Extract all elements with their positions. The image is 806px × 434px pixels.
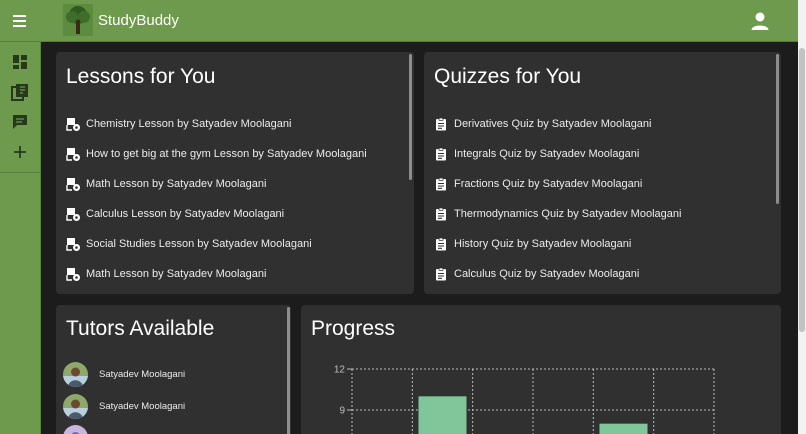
lesson-icon bbox=[66, 178, 80, 191]
lesson-item[interactable]: How to get big at the gym Lesson by Saty… bbox=[66, 144, 367, 164]
tutors-scrollbar[interactable] bbox=[287, 307, 290, 434]
tutor-item[interactable]: Satyadev Moolagani bbox=[63, 393, 185, 419]
sidebar-divider bbox=[0, 172, 41, 173]
tree-logo bbox=[63, 4, 93, 36]
tutors-card: Tutors Available Satyadev Moolagani Saty… bbox=[56, 305, 291, 434]
lesson-label: How to get big at the gym Lesson by Saty… bbox=[86, 148, 367, 160]
page-scrollbar-thumb[interactable] bbox=[799, 48, 805, 332]
lesson-label: Math Lesson by Satyadev Moolagani bbox=[86, 178, 267, 190]
quiz-label: Derivatives Quiz by Satyadev Moolagani bbox=[454, 118, 652, 130]
lesson-item[interactable]: Chemistry Lesson by Satyadev Moolagani bbox=[66, 114, 291, 134]
lesson-icon bbox=[66, 238, 80, 251]
tutor-item[interactable]: Satyadev Moolagani bbox=[63, 361, 185, 387]
dashboard-icon[interactable] bbox=[10, 52, 30, 72]
brand-name[interactable]: StudyBuddy bbox=[98, 12, 179, 29]
lessons-scrollbar[interactable] bbox=[409, 54, 412, 180]
quiz-item[interactable]: Fractions Quiz by Satyadev Moolagani bbox=[434, 174, 642, 194]
menu-icon[interactable] bbox=[9, 11, 31, 31]
lesson-icon bbox=[66, 118, 80, 131]
assignment-icon bbox=[436, 117, 446, 131]
progress-card: Progress 12 9 bbox=[301, 305, 781, 434]
account-circle-icon[interactable] bbox=[750, 11, 770, 31]
quizzes-scrollbar[interactable] bbox=[776, 54, 779, 204]
tutor-name: Satyadev Moolagani bbox=[99, 400, 186, 412]
quiz-item[interactable]: Integrals Quiz by Satyadev Moolagani bbox=[434, 144, 639, 164]
tutors-title: Tutors Available bbox=[66, 317, 215, 340]
avatar bbox=[63, 393, 88, 419]
assignment-icon bbox=[436, 147, 446, 161]
assignment-icon bbox=[436, 207, 446, 221]
app-bar: StudyBuddy bbox=[0, 0, 798, 42]
lesson-label: Social Studies Lesson by Satyadev Moolag… bbox=[86, 238, 312, 250]
quiz-item[interactable]: Derivatives Quiz by Satyadev Moolagani bbox=[434, 114, 651, 134]
quizzes-title: Quizzes for You bbox=[434, 65, 582, 88]
quiz-item[interactable]: History Quiz by Satyadev Moolagani bbox=[434, 234, 631, 254]
sidebar bbox=[0, 42, 41, 434]
lesson-item[interactable]: Calculus Lesson by Satyadev Moolagani bbox=[66, 204, 284, 224]
quiz-label: Calculus Quiz by Satyadev Moolagani bbox=[454, 268, 640, 280]
lessons-card: Lessons for You Chemistry Lesson by Saty… bbox=[56, 52, 414, 294]
lesson-icon bbox=[66, 268, 80, 281]
avatar bbox=[63, 361, 88, 387]
progress-bar[interactable] bbox=[599, 423, 648, 434]
lesson-label: Chemistry Lesson by Satyadev Moolagani bbox=[86, 118, 292, 130]
y-tick-label: 12 bbox=[334, 365, 346, 376]
quiz-label: Thermodynamics Quiz by Satyadev Moolagan… bbox=[454, 208, 682, 220]
lesson-item[interactable]: Math Lesson by Satyadev Moolagani bbox=[66, 264, 266, 284]
quiz-item[interactable]: Thermodynamics Quiz by Satyadev Moolagan… bbox=[434, 204, 681, 224]
lesson-item[interactable]: Math Lesson by Satyadev Moolagani bbox=[66, 174, 266, 194]
lessons-title: Lessons for You bbox=[66, 65, 216, 88]
lesson-item[interactable]: Social Studies Lesson by Satyadev Moolag… bbox=[66, 234, 312, 254]
y-tick-label: 9 bbox=[339, 406, 345, 417]
lesson-icon bbox=[66, 208, 80, 221]
quiz-label: History Quiz by Satyadev Moolagani bbox=[454, 238, 632, 250]
lesson-icon bbox=[66, 148, 80, 161]
assignment-icon bbox=[436, 177, 446, 191]
quiz-label: Integrals Quiz by Satyadev Moolagani bbox=[454, 148, 640, 160]
assignment-icon bbox=[436, 237, 446, 251]
lesson-label: Math Lesson by Satyadev Moolagani bbox=[86, 268, 267, 280]
quiz-item[interactable]: Calculus Quiz by Satyadev Moolagani bbox=[434, 264, 639, 284]
assignment-icon bbox=[436, 267, 446, 281]
chat-icon[interactable] bbox=[10, 112, 30, 132]
avatar[interactable] bbox=[63, 425, 88, 434]
library-books-icon[interactable] bbox=[10, 82, 30, 102]
quizzes-card: Quizzes for You Derivatives Quiz by Saty… bbox=[424, 52, 781, 294]
tutor-name: Satyadev Moolagani bbox=[99, 368, 186, 380]
quiz-label: Fractions Quiz by Satyadev Moolagani bbox=[454, 178, 643, 190]
add-icon[interactable] bbox=[10, 142, 30, 162]
progress-bar[interactable] bbox=[418, 396, 467, 434]
progress-chart: 12 9 bbox=[334, 365, 715, 434]
lesson-label: Calculus Lesson by Satyadev Moolagani bbox=[86, 208, 285, 220]
